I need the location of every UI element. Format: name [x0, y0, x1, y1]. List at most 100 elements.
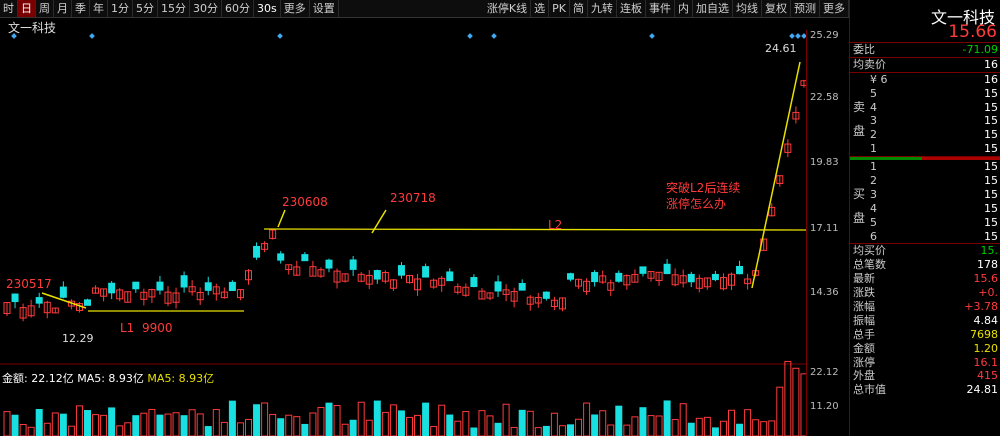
tool-button-9[interactable]: 均线	[733, 0, 762, 17]
stat-row: 最新 15.6	[850, 272, 1000, 286]
volume-bar	[148, 408, 156, 436]
book-level[interactable]: 4 15	[850, 101, 1000, 115]
book-level-index: 2	[870, 128, 877, 142]
tool-button-2[interactable]: PK	[549, 0, 570, 17]
period-tab-8[interactable]: 15分	[158, 0, 190, 17]
volume-bar	[204, 426, 212, 436]
book-level[interactable]: ¥ 6 16	[850, 73, 1000, 87]
stat-row: 金额 1.20	[850, 342, 1000, 356]
volume-bar	[607, 424, 615, 436]
tool-button-3[interactable]: 简	[570, 0, 588, 17]
stat-row: 振幅 4.84	[850, 314, 1000, 328]
tool-button-6[interactable]: 事件	[646, 0, 675, 17]
volume-bar	[132, 415, 140, 436]
tool-button-1[interactable]: 选	[531, 0, 550, 17]
volume-bar	[518, 409, 526, 436]
quote-header: 文一科技 15.66	[850, 0, 1000, 43]
volume-bar	[615, 405, 623, 436]
volume-bar	[180, 415, 188, 436]
period-tab-11[interactable]: 30s	[254, 0, 281, 17]
high-price-label: 24.61	[765, 42, 797, 55]
book-level[interactable]: 1 15	[850, 142, 1000, 156]
candle-body	[446, 271, 454, 282]
volume-bar	[11, 414, 19, 436]
annotation-230517: 230517	[6, 277, 52, 291]
tool-button-10[interactable]: 复权	[762, 0, 791, 17]
volume-bar	[575, 418, 583, 436]
tool-button-12[interactable]: 更多	[820, 0, 849, 17]
candle-body	[494, 281, 502, 292]
period-tab-2[interactable]: 周	[36, 0, 54, 17]
book-level[interactable]: 4 15	[850, 202, 1000, 216]
stat-row: 总笔数 178	[850, 258, 1000, 272]
period-tab-3[interactable]: 月	[54, 0, 72, 17]
book-level[interactable]: 3 15	[850, 114, 1000, 128]
axis-label-4: 14.36	[810, 287, 839, 298]
buy-book: 买 盘 1 15 2 15 3 15 4 15 5 15 6 15	[850, 160, 1000, 245]
tool-button-8[interactable]: 加自选	[693, 0, 733, 17]
book-level-index: 1	[870, 160, 877, 174]
book-level[interactable]: 2 15	[850, 128, 1000, 142]
volume-bar	[212, 409, 220, 436]
candle-body	[736, 265, 744, 275]
period-tab-12[interactable]: 更多	[281, 0, 310, 17]
tool-button-5[interactable]: 连板	[617, 0, 646, 17]
sell-book: 卖 盘 ¥ 6 16 5 15 4 15 3 15 2 15 1 15	[850, 73, 1000, 158]
candle-body	[59, 286, 67, 298]
period-tab-4[interactable]: 季	[72, 0, 90, 17]
volume-bar	[156, 414, 164, 436]
avg-sell-value: 16	[984, 57, 998, 71]
book-level[interactable]: 1 15	[850, 160, 1000, 174]
tool-button-7[interactable]: 内	[675, 0, 693, 17]
volume-bar	[550, 412, 558, 436]
volume-bar	[228, 400, 236, 436]
period-tab-5[interactable]: 年	[90, 0, 108, 17]
volume-bar	[27, 426, 35, 436]
l2-line	[263, 228, 806, 231]
volume-bar	[172, 412, 180, 436]
volume-bar	[679, 403, 687, 436]
volume-bar	[655, 415, 663, 436]
book-level[interactable]: 3 15	[850, 188, 1000, 202]
volume-bar	[414, 414, 422, 436]
book-level[interactable]: 6 15	[850, 230, 1000, 244]
book-level[interactable]: 2 15	[850, 174, 1000, 188]
volume-bar	[760, 421, 768, 436]
volume-bar	[647, 415, 655, 436]
period-tab-7[interactable]: 5分	[133, 0, 158, 17]
candle-body	[422, 266, 430, 278]
book-level-index: 4	[870, 100, 877, 114]
event-marker	[467, 33, 473, 39]
volume-bar	[389, 404, 397, 436]
volume-bar	[108, 407, 116, 436]
period-tab-6[interactable]: 1分	[108, 0, 133, 17]
tool-button-4[interactable]: 九转	[588, 0, 617, 17]
label-l1: L1	[120, 321, 134, 335]
period-tab-0[interactable]: 时	[0, 0, 18, 17]
candle-body	[397, 265, 405, 276]
candle-body	[84, 299, 91, 306]
stat-row: 涨跌 +0.	[850, 286, 1000, 300]
ma5-b: MA5: 8.93亿	[147, 372, 215, 385]
period-tab-10[interactable]: 60分	[222, 0, 254, 17]
volume-bar	[188, 409, 196, 436]
tool-button-11[interactable]: 预测	[791, 0, 820, 17]
period-tab-13[interactable]: 设置	[310, 0, 339, 17]
stat-row: 涨幅 +3.78	[850, 300, 1000, 314]
stat-label: 总笔数	[853, 258, 886, 272]
stat-label: 均买价	[853, 244, 886, 258]
stat-value: 1.20	[973, 341, 999, 355]
volume-bar	[164, 413, 172, 436]
tool-button-0[interactable]: 涨停K线	[484, 0, 532, 17]
candle-body	[567, 273, 574, 280]
period-tab-1[interactable]: 日	[18, 0, 36, 17]
book-level[interactable]: 5 15	[850, 216, 1000, 230]
candle-body	[373, 270, 381, 280]
book-level-price: 15	[984, 142, 998, 156]
book-level[interactable]: 5 15	[850, 87, 1000, 101]
period-tab-9[interactable]: 30分	[190, 0, 222, 17]
volume-bar	[454, 420, 462, 436]
volume-bar	[438, 404, 446, 436]
stat-label: 总市值	[853, 383, 886, 397]
candle-body	[108, 282, 116, 294]
